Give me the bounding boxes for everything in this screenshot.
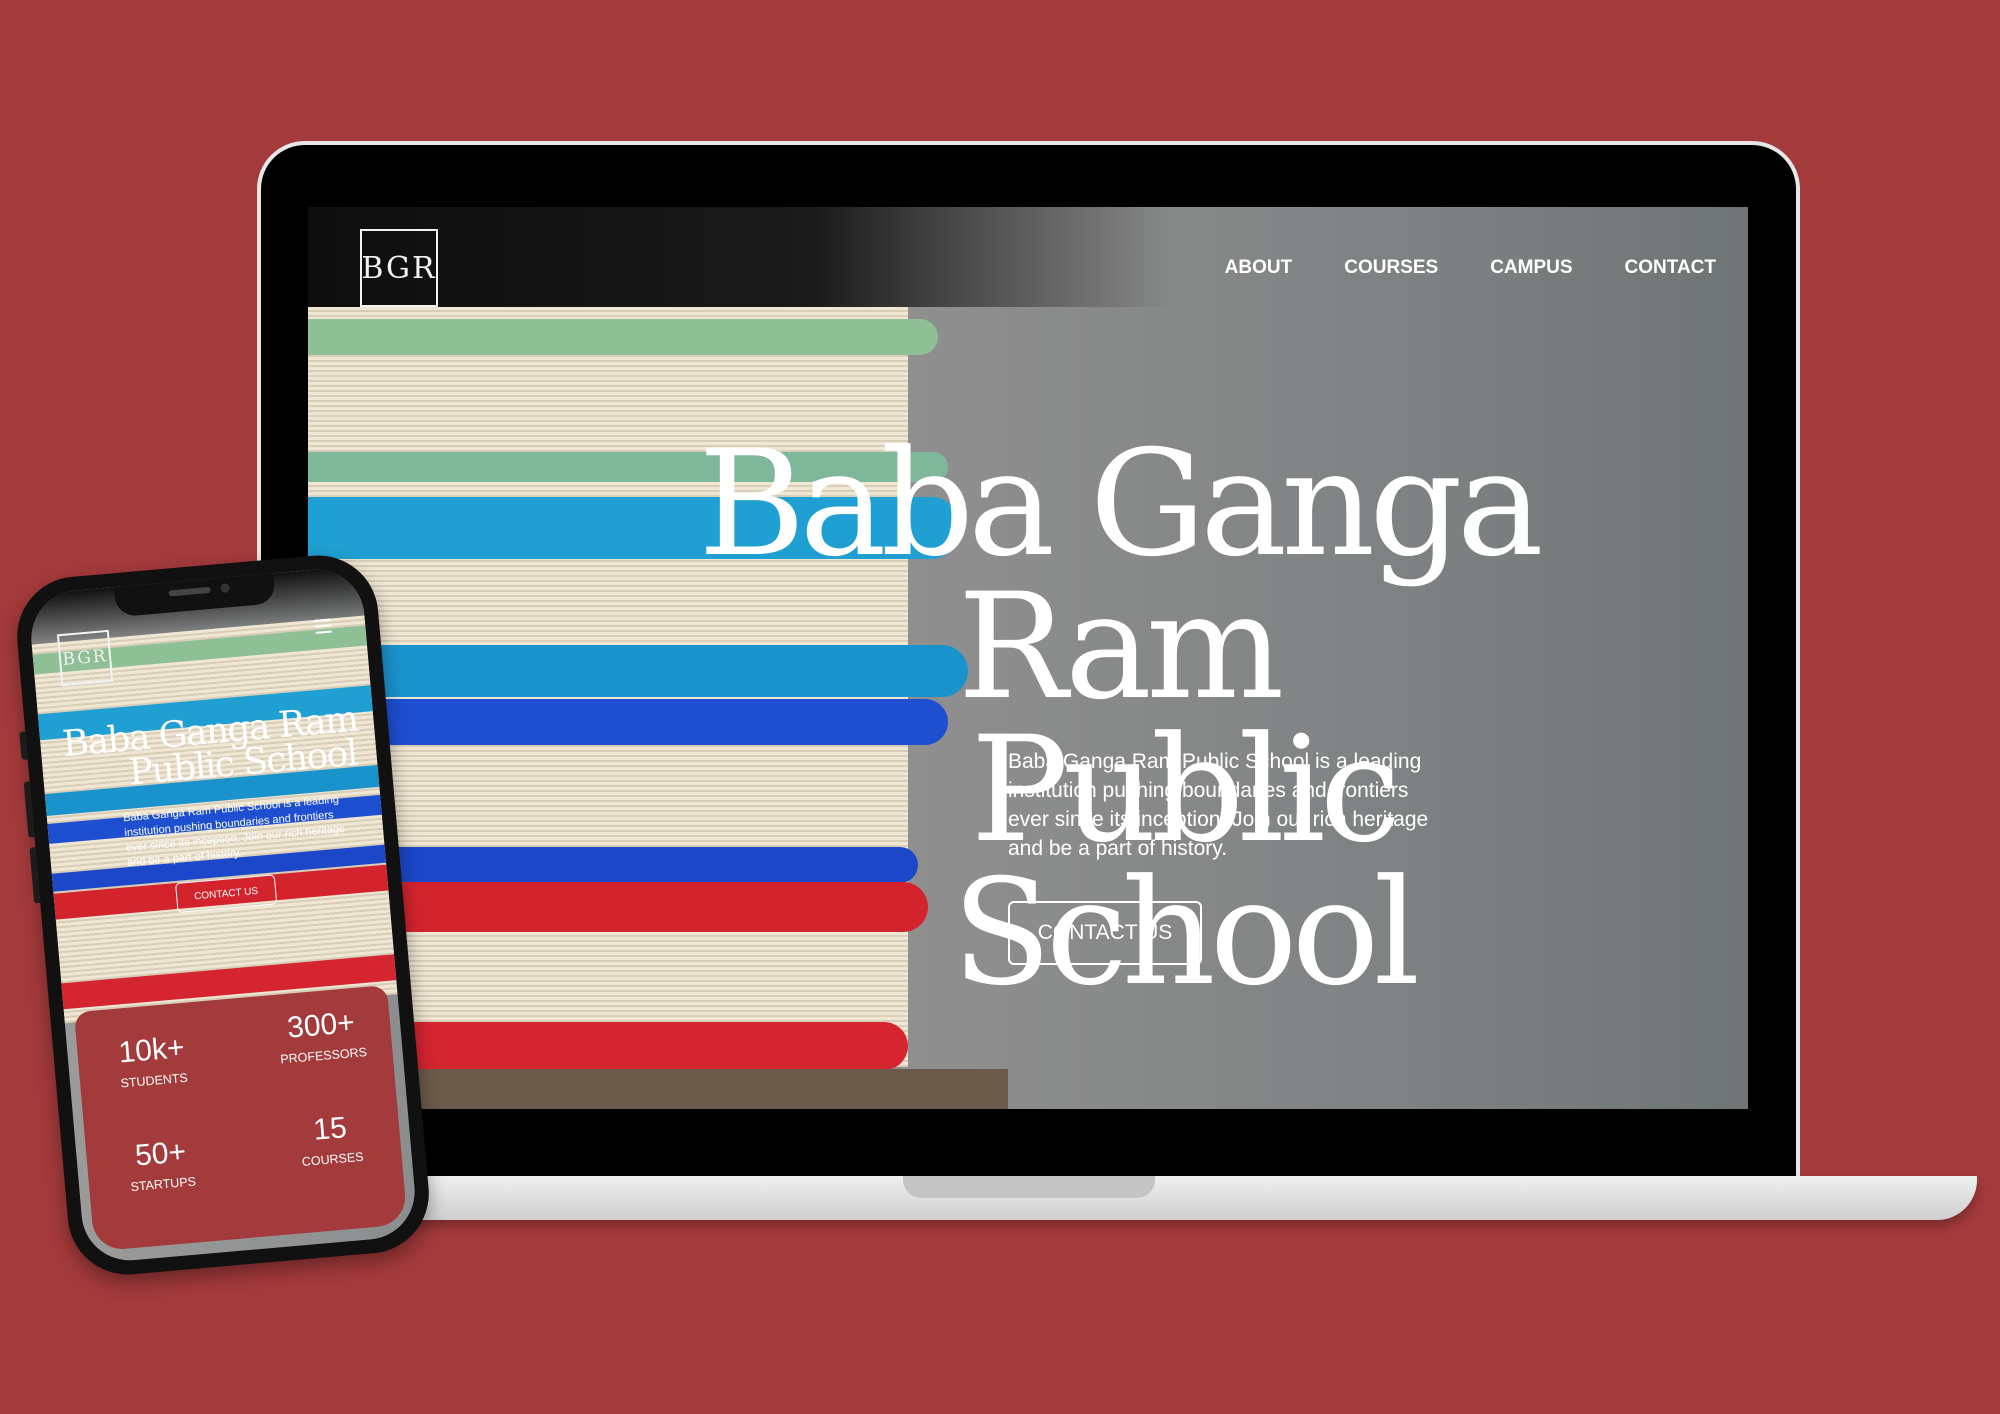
stat-professors-label: PROFESSORS <box>279 1045 368 1067</box>
stat-courses: 15 COURSES <box>264 1107 398 1172</box>
hamburger-icon[interactable] <box>314 618 333 637</box>
stat-professors-value: 300+ <box>285 1005 357 1045</box>
laptop-hinge-notch <box>903 1176 1155 1198</box>
nav-courses[interactable]: COURSES <box>1344 257 1438 279</box>
stat-professors: 300+ PROFESSORS <box>255 1003 389 1068</box>
school-logo[interactable]: BGR <box>360 229 438 307</box>
contact-us-button[interactable]: CONTACT US <box>1008 901 1202 965</box>
nav-campus[interactable]: CAMPUS <box>1490 257 1572 279</box>
stat-students: 10k+ STUDENTS <box>90 1029 214 1093</box>
stat-students-label: STUDENTS <box>120 1070 189 1091</box>
hero-description: Baba Ganga Ram Public School is a leadin… <box>1008 750 1429 860</box>
stat-students-value: 10k+ <box>117 1030 186 1070</box>
desktop-website-screen: BGR ABOUT COURSES CAMPUS CONTACT Baba Ga… <box>308 207 1748 1109</box>
stat-courses-label: COURSES <box>301 1149 365 1170</box>
hero-title-line-1: Baba Ganga Ram <box>698 419 1543 733</box>
stat-startups-label: STARTUPS <box>129 1174 197 1195</box>
stat-startups: 50+ STARTUPS <box>99 1132 223 1196</box>
phone-frame: BGR Baba Ganga Ram Public School Baba Ga… <box>12 550 434 1280</box>
mobile-school-logo[interactable]: BGR <box>56 629 114 687</box>
nav-about[interactable]: ABOUT <box>1225 257 1293 279</box>
stats-panel: 10k+ STUDENTS 300+ PROFESSORS 50+ STARTU… <box>73 984 408 1252</box>
stat-courses-value: 15 <box>311 1111 349 1147</box>
main-nav: ABOUT COURSES CAMPUS CONTACT <box>1225 257 1716 279</box>
nav-contact[interactable]: CONTACT <box>1625 257 1716 279</box>
stat-startups-value: 50+ <box>133 1135 188 1173</box>
mobile-website-screen: BGR Baba Ganga Ram Public School Baba Ga… <box>27 565 419 1265</box>
